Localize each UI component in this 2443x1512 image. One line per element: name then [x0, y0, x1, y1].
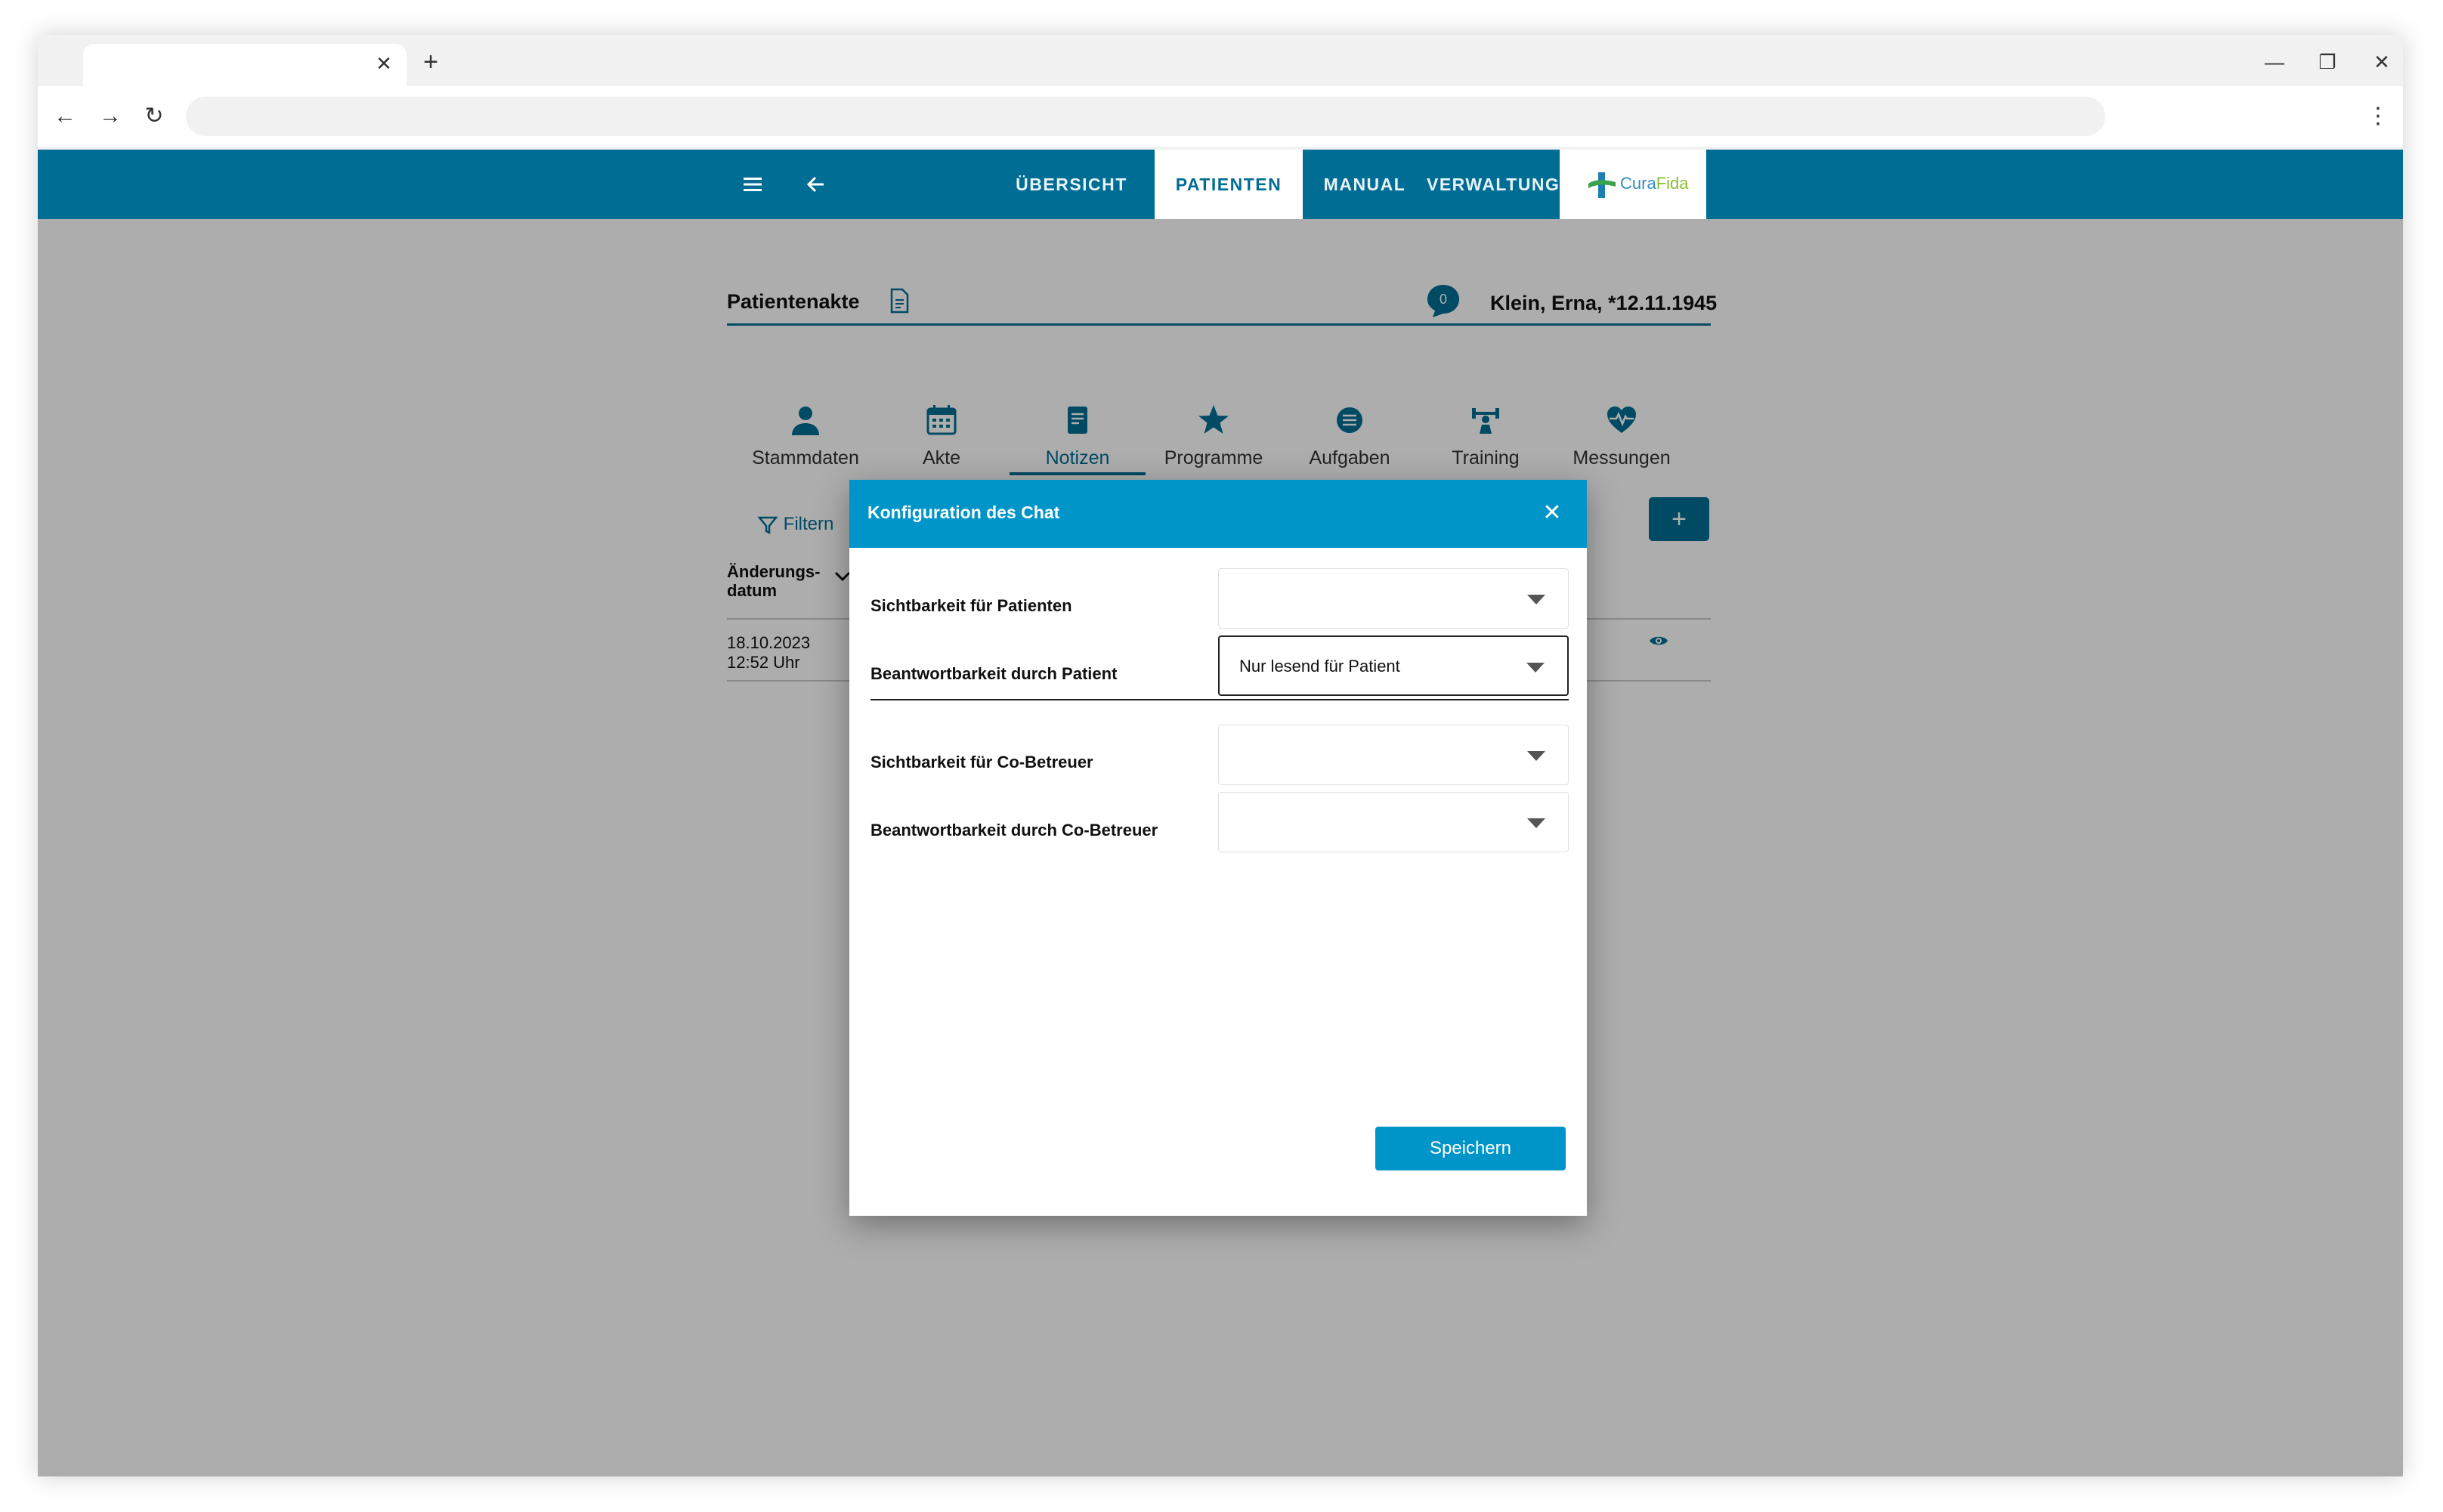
restore-icon[interactable]: ❐	[2311, 45, 2344, 79]
field-label-patient-visibility: Sichtbarkeit für Patienten	[871, 596, 1072, 615]
tab-strip: ✕ + — ❐ ✕	[38, 35, 2403, 86]
app-root: ÜBERSICHT PATIENTEN MANUAL VERWALTUNG Cu…	[38, 150, 2403, 1476]
dropdown-arrow-icon	[1527, 595, 1545, 604]
window-close-icon[interactable]: ✕	[2365, 45, 2398, 79]
select-patient-visibility[interactable]	[1218, 568, 1569, 629]
chat-config-dialog: Konfiguration des Chat ✕ Sichtbarkeit fü…	[849, 480, 1587, 1216]
dialog-title: Konfiguration des Chat	[867, 502, 1060, 522]
dialog-header: Konfiguration des Chat ✕	[849, 480, 1587, 548]
section-divider	[871, 699, 1569, 700]
browser-menu-icon[interactable]: ⋮	[2367, 101, 2389, 131]
browser-toolbar: ← → ↻ ⋮	[38, 86, 2403, 147]
save-button[interactable]: Speichern	[1375, 1127, 1566, 1170]
select-patient-reply[interactable]: Nur lesend für Patient	[1218, 635, 1569, 696]
dropdown-arrow-icon	[1527, 818, 1545, 828]
select-cocarer-reply[interactable]	[1218, 792, 1569, 852]
select-value: Nur lesend für Patient	[1239, 657, 1400, 676]
browser-tab[interactable]: ✕	[83, 44, 407, 86]
close-icon[interactable]: ✕	[1538, 499, 1566, 527]
field-label-cocarer-reply: Beantwortbarkeit durch Co-Betreuer	[871, 821, 1158, 839]
select-cocarer-visibility[interactable]	[1218, 725, 1569, 785]
appbar-backdrop	[38, 150, 2403, 219]
new-tab-icon[interactable]: +	[416, 47, 446, 77]
minimize-icon[interactable]: —	[2258, 45, 2291, 79]
address-bar[interactable]	[186, 97, 2105, 136]
browser-window: ✕ + — ❐ ✕ ← → ↻ ⋮ ÜBERSICHT PATIENTEN MA…	[38, 35, 2403, 1476]
dropdown-arrow-icon	[1527, 751, 1545, 761]
reload-icon[interactable]: ↻	[139, 101, 169, 131]
field-label-patient-reply: Beantwortbarkeit durch Patient	[871, 664, 1118, 683]
field-label-cocarer-visibility: Sichtbarkeit für Co-Betreuer	[871, 753, 1093, 771]
forward-arrow-icon[interactable]: →	[95, 101, 125, 131]
tab-close-icon[interactable]: ✕	[370, 50, 397, 77]
dropdown-arrow-icon	[1526, 663, 1545, 673]
back-arrow-icon[interactable]: ←	[50, 101, 80, 131]
